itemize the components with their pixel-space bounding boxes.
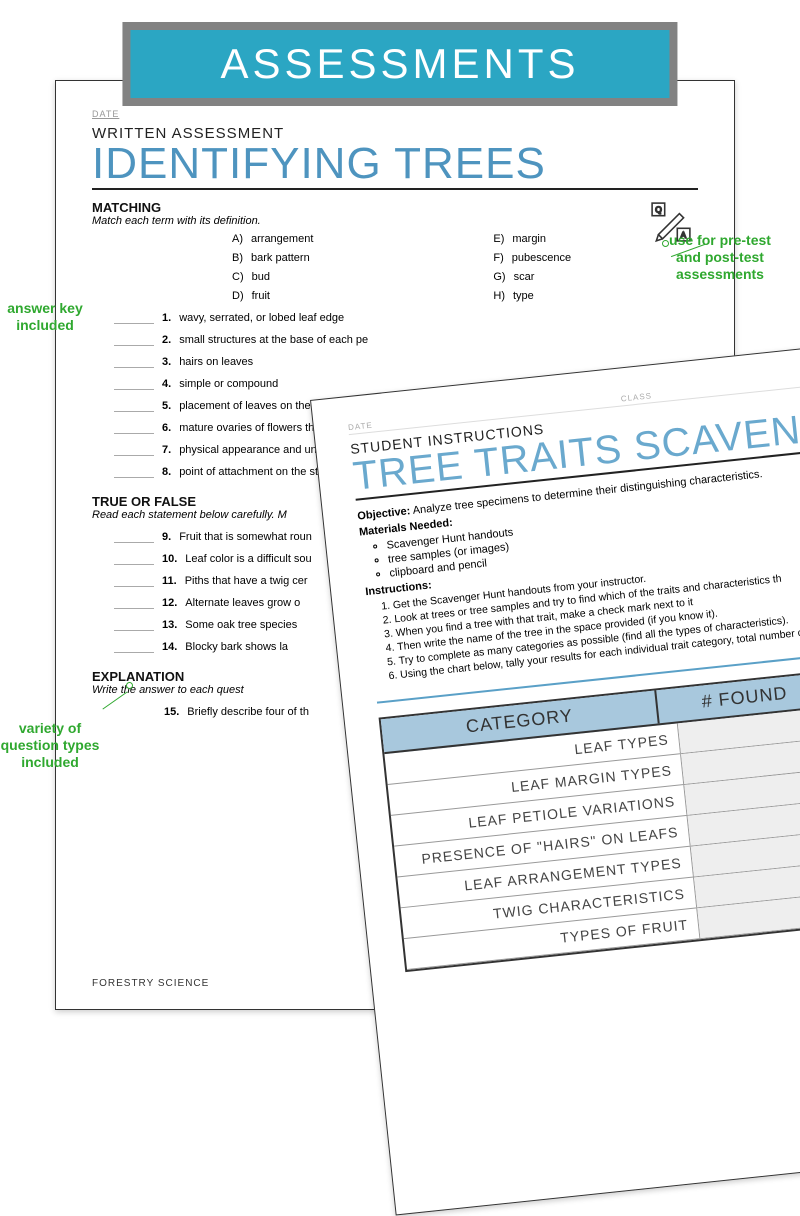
- q-text: Briefly describe four of th: [187, 706, 309, 718]
- q-num: 14.: [162, 641, 177, 653]
- q-text: Blocky bark shows la: [185, 641, 288, 653]
- match-letter: D): [232, 290, 244, 302]
- match-letter: G): [493, 271, 505, 283]
- q-num: 9.: [162, 531, 171, 543]
- q-num: 5.: [162, 400, 171, 412]
- q-text: Some oak tree species: [185, 619, 297, 631]
- q-text: physical appearance and uniqu: [179, 444, 331, 456]
- hdr-date: DATE: [348, 421, 374, 433]
- match-letter: A): [232, 233, 243, 245]
- worksheet-page-2: DATE CLASS STUDENT NAME STUDENT INSTRUCT…: [310, 327, 800, 1216]
- q-text: Fruit that is somewhat roun: [179, 531, 312, 543]
- match-letter: F): [493, 252, 503, 264]
- q-num: 11.: [162, 575, 177, 587]
- q-num: 3.: [162, 356, 171, 368]
- match-text: margin: [512, 233, 546, 245]
- q-num: 13.: [162, 619, 177, 631]
- q-num: 4.: [162, 378, 171, 390]
- annotation-pretest: use for pre-testand post-testassessments: [650, 232, 790, 282]
- badge: ASSESSMENTS: [122, 22, 677, 106]
- q-num: 8.: [162, 466, 171, 478]
- match-text: fruit: [252, 290, 270, 302]
- match-text: arrangement: [251, 233, 313, 245]
- match-letter: E): [493, 233, 504, 245]
- q-text: small structures at the base of each pe: [179, 334, 368, 346]
- q-num: 15.: [164, 706, 179, 718]
- matching-head: MATCHING: [92, 200, 698, 215]
- page-title: IDENTIFYING TREES: [92, 142, 698, 190]
- matching-options: A) arrangement B) bark pattern C) bud D) fru…: [232, 233, 698, 302]
- svg-text:Q: Q: [655, 205, 662, 215]
- match-text: pubescence: [512, 252, 571, 264]
- match-text: bud: [252, 271, 270, 283]
- match-letter: H): [493, 290, 505, 302]
- q-text: hairs on leaves: [179, 356, 253, 368]
- chart-table: CATEGORY # FOUND COMPLETE LEAF TYPES LEA…: [379, 652, 800, 972]
- badge-label: ASSESSMENTS: [130, 30, 669, 98]
- q-text: point of attachment on the ste: [179, 466, 324, 478]
- q-text: Leaf color is a difficult sou: [185, 553, 311, 565]
- q-num: 12.: [162, 597, 177, 609]
- match-letter: C): [232, 271, 244, 283]
- match-text: bark pattern: [251, 252, 310, 264]
- q-num: 1.: [162, 312, 171, 324]
- q-num: 10.: [162, 553, 177, 565]
- match-text: scar: [514, 271, 535, 283]
- match-letter: B): [232, 252, 243, 264]
- q-text: Piths that have a twig cer: [185, 575, 308, 587]
- q-text: simple or compound: [179, 378, 278, 390]
- hdr-class: CLASS: [620, 391, 652, 403]
- date-label: DATE: [92, 109, 698, 119]
- q-num: 6.: [162, 422, 171, 434]
- q-num: 7.: [162, 444, 171, 456]
- q-text: wavy, serrated, or lobed leaf edge: [179, 312, 344, 324]
- matching-sub: Match each term with its definition.: [92, 215, 698, 227]
- q-text: Alternate leaves grow o: [185, 597, 300, 609]
- annotation-answerkey: answer keyincluded: [0, 300, 90, 334]
- q-num: 2.: [162, 334, 171, 346]
- annotation-variety: variety ofquestion typesincluded: [0, 720, 100, 770]
- footer-text: FORESTRY SCIENCE: [92, 978, 209, 989]
- match-text: type: [513, 290, 534, 302]
